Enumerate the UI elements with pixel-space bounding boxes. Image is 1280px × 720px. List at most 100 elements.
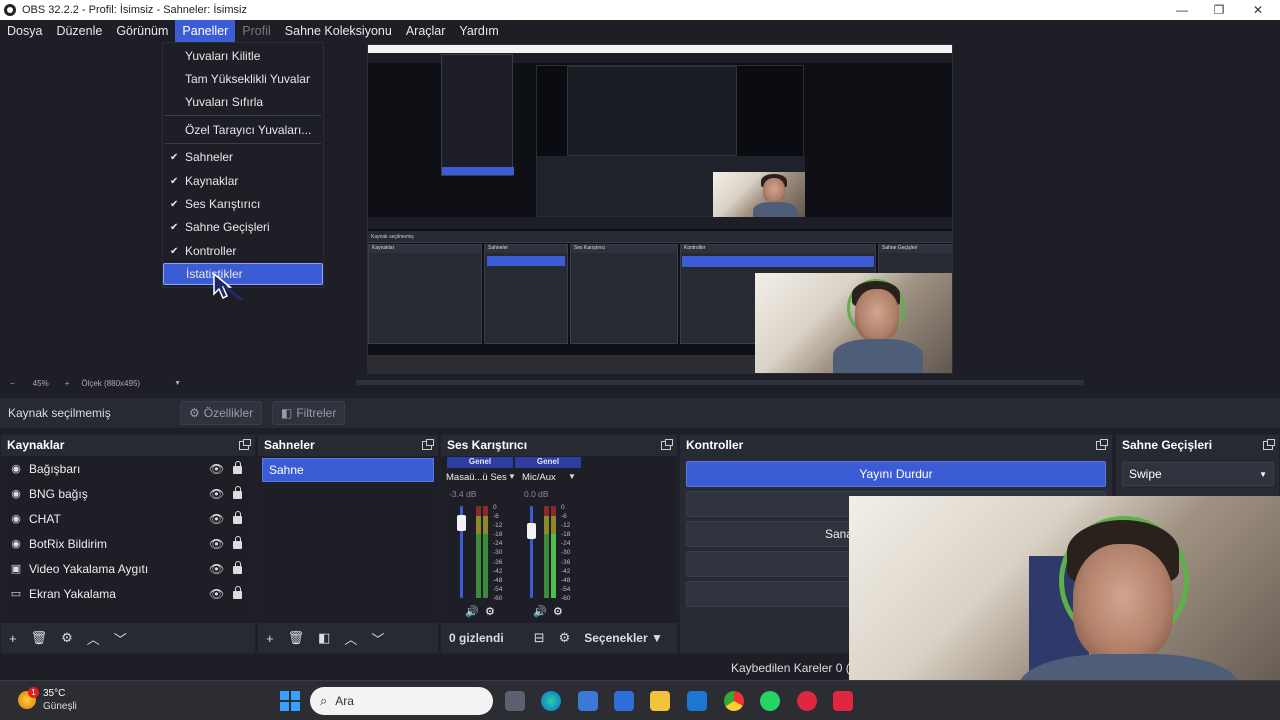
menu-item-audio-mixer[interactable]: ✔ Ses Karıştırıcı xyxy=(163,193,323,215)
level-meter xyxy=(544,506,549,598)
weather-temp[interactable]: 35°C xyxy=(43,688,65,699)
menu-item-custom-browser-docks[interactable]: Özel Tarayıcı Yuvaları... xyxy=(163,119,323,141)
source-item[interactable]: ▣ Video Yakalama Aygıtı 👁 xyxy=(1,556,255,581)
scene-item-sahne[interactable]: Sahne xyxy=(262,458,434,482)
source-item[interactable]: ▭ Ekran Yakalama 👁 xyxy=(1,581,255,606)
gear-icon[interactable]: ⚙ xyxy=(485,605,495,618)
menu-help[interactable]: Yardım xyxy=(452,20,505,42)
fader-knob[interactable] xyxy=(457,514,466,531)
filter-icon[interactable]: ◧ xyxy=(318,630,330,646)
undock-icon[interactable] xyxy=(422,438,434,450)
gear-icon[interactable]: ⚙ xyxy=(553,605,563,618)
menu-tools[interactable]: Araçlar xyxy=(399,20,453,42)
eye-icon[interactable]: 👁 xyxy=(209,587,224,601)
channel-menu-icon[interactable]: ▼ xyxy=(568,472,576,481)
menu-item-full-height-docks[interactable]: Tam Yükseklikli Yuvalar xyxy=(163,68,323,90)
menu-scene-collection[interactable]: Sahne Koleksiyonu xyxy=(278,20,399,42)
options-dropdown[interactable]: Seçenekler ▼ xyxy=(584,631,663,645)
layout-icon[interactable]: ⊟ xyxy=(534,630,545,646)
speaker-icon[interactable]: 🔊 xyxy=(533,605,547,618)
menu-file[interactable]: Dosya xyxy=(0,20,49,42)
undock-icon[interactable] xyxy=(1263,438,1275,450)
menu-item-scene-transitions[interactable]: ✔ Sahne Geçişleri xyxy=(163,216,323,238)
stop-stream-button[interactable]: Yayını Durdur xyxy=(686,461,1106,487)
no-source-label: Kaynak seçilmemiş xyxy=(8,406,111,420)
source-item[interactable]: ◉ CHAT 👁 xyxy=(1,506,255,531)
file-explorer-icon[interactable] xyxy=(650,691,670,711)
channel-menu-icon[interactable]: ▼ xyxy=(508,472,516,481)
level-meter xyxy=(483,506,488,598)
add-scene-button[interactable]: + xyxy=(266,631,274,646)
settings-icon[interactable] xyxy=(578,691,598,711)
menu-docks[interactable]: Paneller xyxy=(175,20,236,42)
fader-knob[interactable] xyxy=(527,523,536,540)
search-placeholder: Ara xyxy=(335,694,354,708)
lock-icon[interactable] xyxy=(233,536,242,549)
add-source-button[interactable]: + xyxy=(9,631,17,646)
undock-icon[interactable] xyxy=(239,438,251,450)
source-label: BotRix Bildirim xyxy=(29,536,108,551)
move-up-icon[interactable]: ︿ xyxy=(87,629,100,648)
minimize-button[interactable]: — xyxy=(1162,0,1202,20)
menu-item-reset-docks[interactable]: Yuvaları Sıfırla xyxy=(163,91,323,113)
lock-icon[interactable] xyxy=(233,586,242,599)
volume-fader[interactable] xyxy=(530,506,533,598)
source-item[interactable]: ◉ BNG bağış 👁 xyxy=(1,481,255,506)
gear-icon[interactable]: ⚙ xyxy=(61,630,73,646)
undock-icon[interactable] xyxy=(1096,438,1108,450)
move-up-icon[interactable]: ︿ xyxy=(344,629,357,648)
source-item[interactable]: ◉ BotRix Bildirim 👁 xyxy=(1,531,255,556)
preview-canvas[interactable]: Kaynak seçilmemiş Kaynaklar Sahneler Ses… xyxy=(367,44,953,374)
browser-icon: ◉ xyxy=(11,463,21,475)
lock-icon[interactable] xyxy=(233,561,242,574)
filters-button[interactable]: ◧ Filtreler xyxy=(272,401,346,425)
menu-item-scenes[interactable]: ✔ Sahneler xyxy=(163,146,323,168)
menu-item-controls[interactable]: ✔ Kontroller xyxy=(163,240,323,262)
maximize-button[interactable]: ❐ xyxy=(1199,0,1239,20)
edge-browser-icon[interactable] xyxy=(541,691,561,711)
task-view-icon[interactable] xyxy=(505,691,525,711)
store-icon[interactable] xyxy=(614,691,634,711)
scale-dropdown-icon[interactable]: ▼ xyxy=(174,380,181,387)
close-button[interactable]: ✕ xyxy=(1238,0,1278,20)
chrome-icon[interactable] xyxy=(724,691,744,711)
menu-item-sources[interactable]: ✔ Kaynaklar xyxy=(163,170,323,192)
nested-controls-title: Kontroller xyxy=(681,245,875,253)
trash-icon[interactable]: 🗑 xyxy=(31,630,48,646)
preview-scrollbar[interactable] xyxy=(356,380,1084,385)
eye-icon[interactable]: 👁 xyxy=(209,487,224,501)
properties-button[interactable]: ⚙ Özellikler xyxy=(180,401,263,425)
hidden-count[interactable]: 0 gizlendi xyxy=(449,631,504,645)
speaker-icon[interactable]: 🔊 xyxy=(465,605,479,618)
media-player-icon[interactable] xyxy=(797,691,817,711)
menu-profile[interactable]: Profil xyxy=(235,20,277,42)
lock-icon[interactable] xyxy=(233,461,242,474)
eye-icon[interactable]: 👁 xyxy=(209,512,224,526)
eye-icon[interactable]: 👁 xyxy=(209,562,224,576)
check-icon: ✔ xyxy=(170,221,179,233)
trash-icon[interactable]: 🗑 xyxy=(288,630,305,646)
advanced-audio-icon[interactable]: ⚙ xyxy=(559,630,571,646)
taskbar-search[interactable]: ⌕ Ara xyxy=(310,687,493,715)
menu-separator xyxy=(165,143,321,144)
menu-item-lock-docks[interactable]: Yuvaları Kilitle xyxy=(163,45,323,67)
whatsapp-icon[interactable] xyxy=(760,691,780,711)
transition-select[interactable]: Swipe ▼ xyxy=(1122,462,1274,486)
eye-icon[interactable]: 👁 xyxy=(209,537,224,551)
source-item[interactable]: ◉ Bağışbarı 👁 xyxy=(1,456,255,481)
nested-dropdown-highlight xyxy=(442,167,514,175)
lock-icon[interactable] xyxy=(233,486,242,499)
eye-icon[interactable]: 👁 xyxy=(209,462,224,476)
mail-icon[interactable] xyxy=(687,691,707,711)
move-down-icon[interactable]: ﹀ xyxy=(371,629,384,648)
app-icon[interactable] xyxy=(833,691,853,711)
zoom-out-button[interactable]: − xyxy=(10,379,15,388)
weather-text[interactable]: Güneşli xyxy=(43,701,77,712)
move-down-icon[interactable]: ﹀ xyxy=(114,629,127,648)
undock-icon[interactable] xyxy=(661,438,673,450)
lock-icon[interactable] xyxy=(233,511,242,524)
menu-edit[interactable]: Düzenle xyxy=(49,20,109,42)
menu-view[interactable]: Görünüm xyxy=(109,20,175,42)
zoom-in-button[interactable]: + xyxy=(65,379,70,388)
windows-start-icon[interactable] xyxy=(280,691,300,711)
